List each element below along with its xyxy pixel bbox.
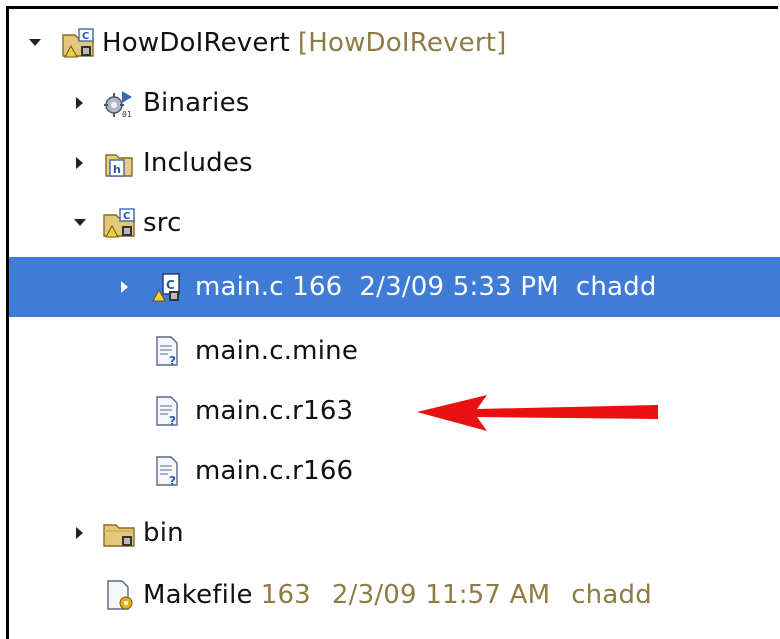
tree-row-main-c-r163[interactable]: ? main.c.r163 xyxy=(9,381,780,441)
project-explorer-tree: C HowDoIRevert [HowDoIRevert] 01 Binaries xyxy=(6,6,780,639)
src-label: src xyxy=(143,208,182,238)
svg-text:C: C xyxy=(82,31,89,42)
svg-text:C: C xyxy=(123,211,130,222)
project-decoration: [HowDoIRevert] xyxy=(297,28,507,58)
tree-row-main-c-r166[interactable]: ? main.c.r166 xyxy=(9,441,780,501)
annotation-arrow-icon xyxy=(417,395,658,431)
tree-row-project[interactable]: C HowDoIRevert [HowDoIRevert] xyxy=(9,13,780,73)
binaries-label: Binaries xyxy=(143,88,250,118)
bin-label: bin xyxy=(143,518,184,548)
collapsed-arrow-icon[interactable] xyxy=(117,279,133,295)
svg-text:?: ? xyxy=(169,354,176,367)
makefile-author: chadd xyxy=(571,580,652,610)
main-c-r163-label: main.c.r163 xyxy=(195,396,354,426)
folder-icon xyxy=(102,517,138,549)
source-folder-icon: C xyxy=(102,207,138,239)
unversioned-file-icon: ? xyxy=(149,455,185,488)
tree-row-src[interactable]: C src xyxy=(9,193,780,253)
tree-row-makefile[interactable]: Makefile 163 2/3/09 11:57 AM chadd xyxy=(9,565,780,625)
main-c-mine-label: main.c.mine xyxy=(195,336,359,366)
main-c-author: chadd xyxy=(575,272,657,302)
unversioned-file-icon: ? xyxy=(149,395,185,428)
svg-text:h: h xyxy=(113,163,121,176)
tree-row-bin[interactable]: bin xyxy=(9,503,780,563)
unversioned-file-icon: ? xyxy=(149,335,185,368)
main-c-date: 2/3/09 5:33 PM xyxy=(359,272,559,302)
makefile-revision: 163 xyxy=(260,580,311,610)
makefile-icon xyxy=(102,579,138,611)
tree-row-binaries[interactable]: 01 Binaries xyxy=(9,73,780,133)
main-c-label: main.c xyxy=(195,272,284,302)
svg-text:?: ? xyxy=(169,414,176,427)
main-c-revision: 166 xyxy=(292,272,343,302)
expanded-arrow-icon[interactable] xyxy=(72,215,88,231)
c-source-file-icon: C xyxy=(149,271,185,303)
tree-row-main-c[interactable]: C main.c 166 2/3/09 5:33 PM chadd xyxy=(9,257,780,317)
svg-text:?: ? xyxy=(169,474,176,487)
collapsed-arrow-icon[interactable] xyxy=(72,95,88,111)
c-project-icon: C xyxy=(61,27,97,59)
includes-icon: h xyxy=(102,147,138,179)
tree-row-includes[interactable]: h Includes xyxy=(9,133,780,193)
svg-text:01: 01 xyxy=(122,110,132,119)
collapsed-arrow-icon[interactable] xyxy=(72,155,88,171)
collapsed-arrow-icon[interactable] xyxy=(72,525,88,541)
makefile-label: Makefile xyxy=(143,580,253,610)
project-name: HowDoIRevert xyxy=(102,28,290,58)
makefile-date: 2/3/09 11:57 AM xyxy=(331,580,551,610)
main-c-r166-label: main.c.r166 xyxy=(195,456,354,486)
svg-text:C: C xyxy=(166,278,175,292)
expanded-arrow-icon[interactable] xyxy=(27,35,43,51)
binaries-icon: 01 xyxy=(102,87,138,119)
tree-row-main-c-mine[interactable]: ? main.c.mine xyxy=(9,321,780,381)
includes-label: Includes xyxy=(143,148,253,178)
